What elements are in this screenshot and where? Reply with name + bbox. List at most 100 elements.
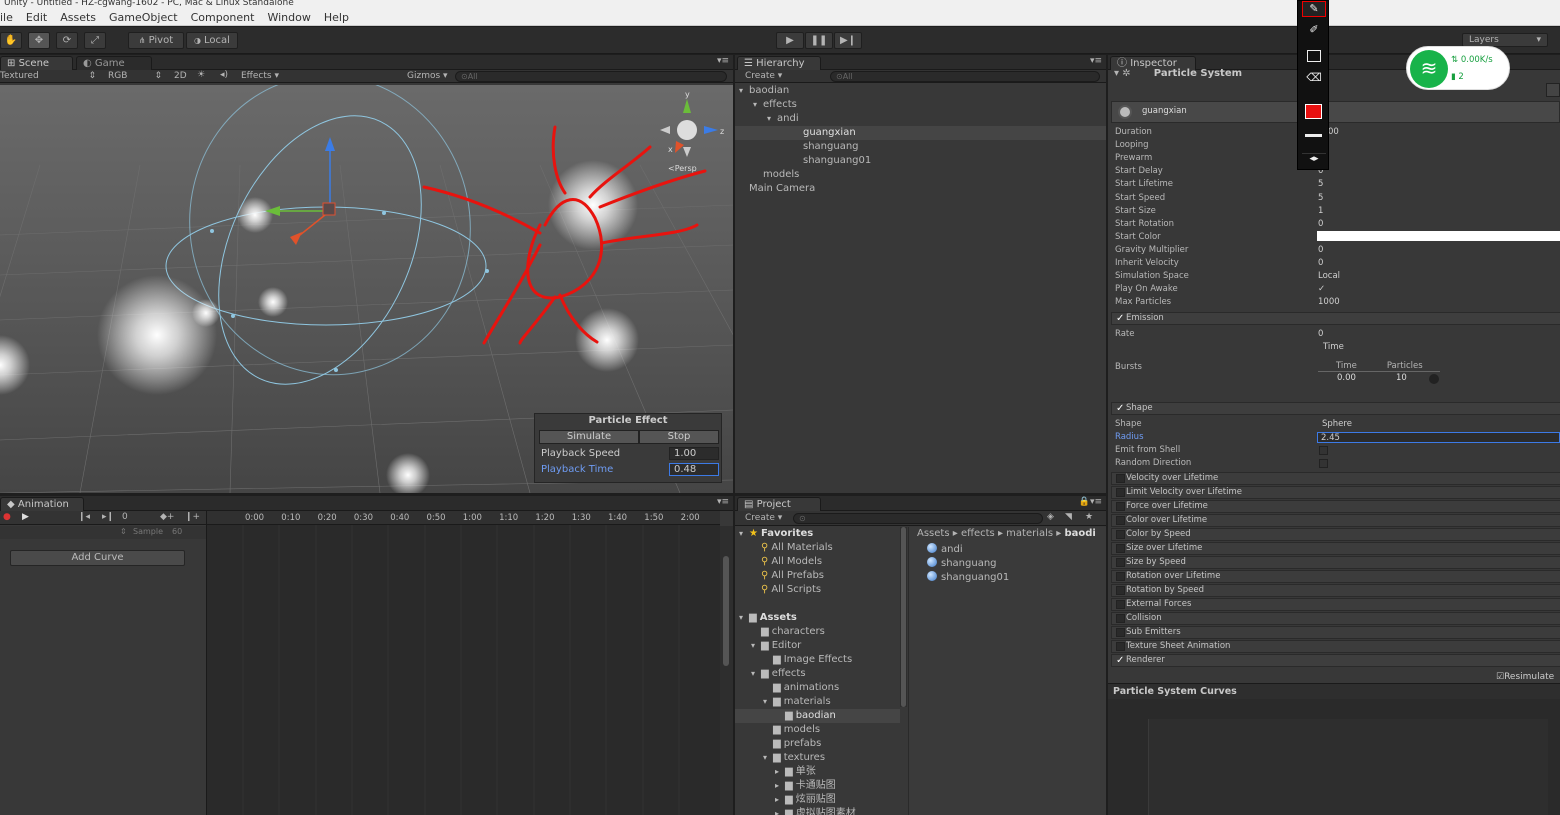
hierarchy-item[interactable]: ▾ baodian [735, 84, 1106, 98]
expand-arrow-icon[interactable]: ▾ [739, 84, 749, 98]
menu-item[interactable]: ile [0, 11, 13, 24]
prop-value[interactable]: 0 [1318, 244, 1323, 257]
project-tree-item[interactable]: ▸ ▆ 炫丽贴图 [735, 793, 900, 807]
project-search-input[interactable]: ⊙ [793, 513, 1043, 524]
module-header[interactable]: Collision [1111, 612, 1560, 625]
favorites-header[interactable]: ▾ ★ Favorites [735, 527, 900, 541]
prop-value[interactable]: 1 [1318, 205, 1323, 218]
line-width-icon[interactable] [1305, 134, 1322, 137]
pivot-toggle[interactable]: ⋔ Pivot [128, 32, 184, 49]
eraser-tool-icon[interactable]: ⌫ [1302, 71, 1326, 91]
prop-value[interactable]: 00 [1328, 126, 1339, 139]
scale-tool-button[interactable]: ⤢ [84, 32, 106, 49]
checkbox-checked-icon[interactable]: ✓ [1116, 656, 1125, 666]
file-item[interactable]: andi [927, 543, 1106, 557]
hierarchy-item[interactable]: ▾ andi [735, 112, 1106, 126]
project-tree-item[interactable]: ▾ ▆ textures [735, 751, 900, 765]
module-checkbox[interactable] [1116, 642, 1125, 651]
module-checkbox[interactable] [1116, 530, 1125, 539]
curves-graph[interactable] [1148, 719, 1548, 815]
module-header[interactable]: Limit Velocity over Lifetime [1111, 486, 1560, 499]
project-tree-item[interactable]: ▾ ▆ Editor [735, 639, 900, 653]
hierarchy-search-input[interactable]: ⊙All [830, 71, 1100, 82]
panel-menu-icon[interactable]: ▾≡ [717, 497, 729, 507]
module-checkbox[interactable] [1116, 558, 1125, 567]
radius-input[interactable]: 2.45 [1317, 432, 1560, 443]
hierarchy-item[interactable]: guangxian [735, 126, 1106, 140]
module-header[interactable]: Rotation by Speed [1111, 584, 1560, 597]
sample-value[interactable]: 60 [172, 527, 182, 536]
lighting-toggle-icon[interactable]: ☀ [197, 70, 205, 80]
project-create-dropdown[interactable]: Create ▾ [745, 513, 782, 523]
scrollbar-thumb[interactable] [723, 556, 729, 666]
effects-dropdown[interactable]: Effects ▾ [241, 71, 279, 81]
assets-header[interactable]: ▾ ▆ Assets [735, 611, 900, 625]
frame-field[interactable]: 0 [122, 512, 128, 522]
module-header[interactable]: Size by Speed [1111, 556, 1560, 569]
menu-item[interactable]: Edit [26, 11, 47, 24]
module-header[interactable]: Color by Speed [1111, 528, 1560, 541]
expand-arrow-icon[interactable]: ▾ [767, 112, 777, 126]
checkbox-checked-icon[interactable]: ✓ [1116, 404, 1125, 414]
hand-tool-button[interactable]: ✋ [0, 32, 22, 49]
pen-tool-icon[interactable]: ✎ [1302, 1, 1326, 17]
module-header[interactable]: Force over Lifetime [1111, 500, 1560, 513]
curves-area[interactable] [1108, 699, 1560, 815]
hierarchy-item[interactable]: ▾ effects [735, 98, 1106, 112]
module-header[interactable]: Velocity over Lifetime [1111, 472, 1560, 485]
add-keyframe-icon[interactable]: ◆+ [160, 512, 174, 522]
breadcrumb-item[interactable]: Assets [917, 528, 950, 539]
render-mode-dropdown[interactable]: RGB ⇕ [108, 71, 162, 81]
shape-dropdown[interactable]: Sphere [1322, 418, 1352, 431]
hierarchy-item[interactable]: Main Camera [735, 182, 1106, 196]
module-checkbox[interactable] [1116, 572, 1125, 581]
module-header[interactable]: Size over Lifetime [1111, 542, 1560, 555]
module-checkbox[interactable] [1116, 474, 1125, 483]
emit-from-shell-checkbox[interactable] [1319, 446, 1328, 455]
hierarchy-item[interactable]: models [735, 168, 1106, 182]
filter-type-icon[interactable]: ◈ [1047, 512, 1054, 522]
file-item[interactable]: shanguang01 [927, 571, 1106, 585]
module-checkbox[interactable] [1116, 586, 1125, 595]
bursts-table-row[interactable]: 0.00 10 [1318, 373, 1440, 383]
breadcrumb-item[interactable]: baodi [1065, 528, 1096, 539]
color-swatch-red[interactable] [1305, 104, 1322, 119]
panel-menu-icon[interactable]: ▾≡ [717, 56, 729, 66]
renderer-module-header[interactable]: ✓ Renderer [1111, 654, 1560, 667]
project-tree-item[interactable]: ▆ baodian [735, 709, 900, 723]
layers-dropdown[interactable]: Layers ▾ [1462, 33, 1548, 47]
scene-search-input[interactable]: ⊙All [455, 71, 727, 82]
tab-hierarchy[interactable]: ☰ Hierarchy [737, 56, 821, 70]
module-checkbox[interactable] [1116, 544, 1125, 553]
prop-value[interactable]: Local [1318, 270, 1340, 283]
remove-burst-icon[interactable] [1429, 374, 1439, 384]
project-tree-item[interactable]: ▆ prefabs [735, 737, 900, 751]
project-tree-item[interactable]: ⚲ All Models [735, 555, 900, 569]
highlighter-tool-icon[interactable]: ✐ [1302, 23, 1326, 43]
module-checkbox[interactable] [1116, 614, 1125, 623]
shape-module-header[interactable]: ✓ Shape [1111, 402, 1560, 415]
prop-value[interactable]: 5 [1318, 178, 1323, 191]
next-key-icon[interactable]: ▸❙ [102, 512, 114, 522]
pause-button[interactable]: ❚❚ [805, 32, 833, 49]
project-tree-item[interactable]: ▆ models [735, 723, 900, 737]
rate-value[interactable]: 0 [1318, 328, 1323, 341]
resimulate-toggle[interactable]: ☑Resimulate [1496, 672, 1554, 682]
module-header[interactable]: Texture Sheet Animation [1111, 640, 1560, 653]
component-settings-button[interactable] [1546, 83, 1560, 97]
project-tree-item[interactable]: ⚲ All Materials [735, 541, 900, 555]
local-toggle[interactable]: ◑ Local [186, 32, 238, 49]
scrollbar-thumb[interactable] [901, 527, 906, 707]
playback-speed-input[interactable]: 1.00 [669, 447, 719, 460]
module-checkbox[interactable] [1116, 488, 1125, 497]
project-tree-item[interactable]: ⚲ All Scripts [735, 583, 900, 597]
checkbox-checked-icon[interactable]: ✓ [1116, 314, 1125, 324]
module-header[interactable]: Color over Lifetime [1111, 514, 1560, 527]
tab-scene[interactable]: ⊞ Scene [0, 56, 73, 70]
emission-module-header[interactable]: ✓ Emission [1111, 312, 1560, 325]
dopesheet-area[interactable]: 0:00 0:10 0:20 0:30 0:40 0:50 1:00 1:10 1:20 1:30… [206, 511, 720, 815]
tab-project[interactable]: ▤ Project [737, 497, 821, 511]
prev-key-icon[interactable]: ❙◂ [78, 512, 90, 522]
project-tree-item[interactable]: ▾ ▆ effects [735, 667, 900, 681]
prop-value[interactable]: 0 [1318, 257, 1323, 270]
